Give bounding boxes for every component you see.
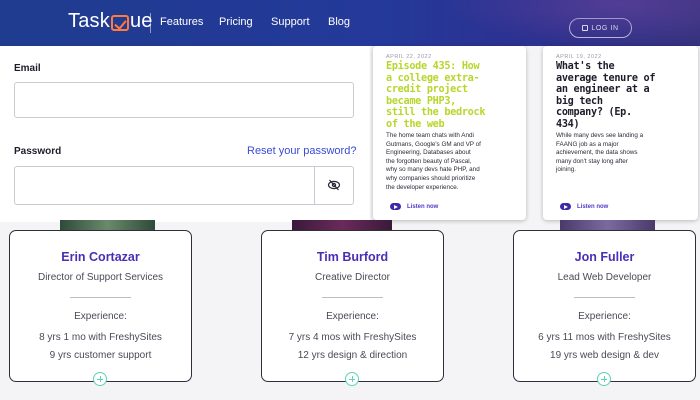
podcast-date: APRIL 19, 2022 xyxy=(556,54,602,60)
lock-icon xyxy=(582,25,589,31)
divider xyxy=(574,297,635,298)
experience-label: Experience: xyxy=(578,311,631,322)
desc-line: The home team chats with Andi xyxy=(386,132,474,139)
title-line: of the web xyxy=(386,118,445,130)
title-line: credit project xyxy=(386,84,468,95)
logo-divider xyxy=(150,13,151,33)
experience-label: Experience: xyxy=(74,311,127,322)
desc-line: Engineering, Databases about xyxy=(386,149,471,157)
password-field[interactable] xyxy=(14,166,354,205)
desc-line: FAANG job as a major xyxy=(556,140,619,148)
title-line: company? (Ep. xyxy=(556,107,632,118)
podcast-title[interactable]: Episode 435: How a college extra- credit… xyxy=(386,61,485,130)
listen-now-button[interactable]: Listen now xyxy=(390,203,438,210)
expand-plus-icon[interactable] xyxy=(345,372,359,386)
desc-line: why companies should prioritize xyxy=(386,174,476,182)
team-card-erin-cortazar: Erin Cortazar Director of Support Servic… xyxy=(9,230,192,382)
listen-now-button[interactable]: Listen now xyxy=(560,203,608,210)
divider xyxy=(70,297,131,298)
email-field[interactable] xyxy=(14,82,354,118)
title-line: big tech xyxy=(556,95,603,107)
password-label: Password xyxy=(14,146,62,157)
desc-line: achievement, the data shows xyxy=(556,149,638,157)
email-label: Email xyxy=(14,63,41,74)
login-button-label: LOG IN xyxy=(591,24,619,32)
nav-pricing[interactable]: Pricing xyxy=(219,16,253,28)
experience-line: 7 yrs 4 mos with FreshySites xyxy=(288,332,417,343)
team-photo-strip xyxy=(60,220,155,230)
podcast-description: While many devs see landing a FAANG job … xyxy=(556,132,643,175)
toggle-password-visibility-button[interactable] xyxy=(314,166,353,204)
team-member-name: Tim Burford xyxy=(316,250,389,264)
team-member-name: Jon Fuller xyxy=(574,250,635,264)
desc-line: the forgotten beauty of Pascal, xyxy=(386,157,472,165)
team-member-name: Erin Cortazar xyxy=(61,250,140,264)
reset-password-link[interactable]: Reset your password? xyxy=(247,145,356,157)
team-card-jon-fuller: Jon Fuller Lead Web Developer Experience… xyxy=(513,230,696,382)
play-icon xyxy=(560,203,571,210)
nav-features[interactable]: Features xyxy=(160,16,203,28)
title-line: average tenure of xyxy=(556,72,656,84)
desc-line: While many devs see landing a xyxy=(556,132,644,139)
experience-line: 12 yrs design & direction xyxy=(297,350,408,361)
play-icon xyxy=(390,203,401,210)
title-line: an engineer at a xyxy=(556,84,650,95)
podcast-card-435[interactable]: APRIL 22, 2022 Episode 435: How a colleg… xyxy=(373,46,526,220)
team-photo-strip xyxy=(560,220,655,230)
listen-now-label: Listen now xyxy=(407,203,439,210)
login-button[interactable]: LOG IN xyxy=(569,18,632,38)
title-line: a college extra- xyxy=(386,72,480,84)
experience-line: 8 yrs 1 mo with FreshySites xyxy=(39,332,162,343)
podcast-title[interactable]: What's the average tenure of an engineer… xyxy=(556,61,655,130)
desc-line: joining. xyxy=(556,166,576,174)
nav-support[interactable]: Support xyxy=(271,16,310,28)
checkbox-logo-icon xyxy=(110,14,129,31)
expand-plus-icon[interactable] xyxy=(597,372,611,386)
expand-plus-icon[interactable] xyxy=(93,372,107,386)
listen-now-label: Listen now xyxy=(577,203,609,210)
logo-text-left: Task xyxy=(68,10,110,32)
experience-line: 19 yrs web design & dev xyxy=(550,350,659,361)
title-line: still the bedrock xyxy=(386,107,486,118)
team-member-role: Creative Director xyxy=(314,272,391,283)
team-member-role: Director of Support Services xyxy=(37,272,164,283)
desc-line: Gutmans, Google's GM and VP of xyxy=(386,140,481,148)
experience-line: 9 yrs customer support xyxy=(49,350,152,361)
podcast-description: The home team chats with Andi Gutmans, G… xyxy=(386,132,481,192)
title-line: became PHP3, xyxy=(386,95,457,107)
eye-slash-icon xyxy=(327,179,341,191)
site-header: Task ue Features Pricing Support Blog LO… xyxy=(0,0,700,46)
team-member-role: Lead Web Developer xyxy=(557,272,652,283)
team-photo-strip xyxy=(292,220,392,230)
experience-label: Experience: xyxy=(326,311,379,322)
podcast-date: APRIL 22, 2022 xyxy=(386,54,432,60)
podcast-card-434[interactable]: APRIL 19, 2022 What's the average tenure… xyxy=(543,46,698,220)
title-line: What's the xyxy=(556,61,615,72)
desc-line: the developer experience. xyxy=(386,183,459,191)
team-card-tim-burford: Tim Burford Creative Director Experience… xyxy=(261,230,444,382)
title-line: 434) xyxy=(556,118,580,130)
experience-line: 6 yrs 11 mos with FreshySites xyxy=(538,332,671,343)
desc-line: why so many devs hate PHP, and xyxy=(386,166,480,174)
desc-line: many don't stay long after xyxy=(556,157,628,165)
divider xyxy=(322,297,383,298)
taskque-logo[interactable]: Task ue xyxy=(68,10,153,33)
title-line: Episode 435: How xyxy=(386,61,480,72)
nav-blog[interactable]: Blog xyxy=(328,16,350,28)
